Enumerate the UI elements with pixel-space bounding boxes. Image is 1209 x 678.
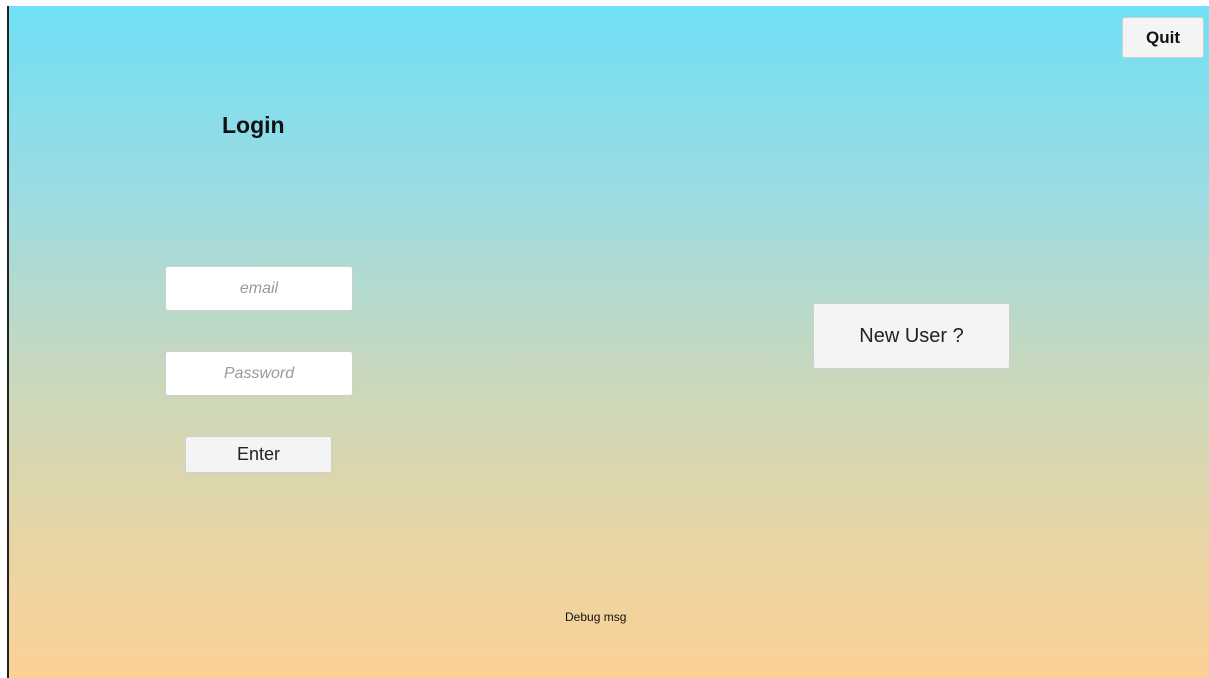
- new-user-button[interactable]: New User ?: [813, 303, 1010, 369]
- debug-message: Debug msg: [565, 610, 627, 624]
- enter-button[interactable]: Enter: [185, 436, 332, 473]
- quit-button-label: Quit: [1146, 27, 1180, 47]
- quit-button[interactable]: Quit: [1122, 17, 1204, 58]
- login-title: Login: [222, 112, 285, 138]
- password-input[interactable]: [165, 351, 353, 396]
- login-screen: Login Enter New User ? Quit Debug msg: [7, 6, 1209, 678]
- new-user-button-label: New User ?: [859, 324, 964, 347]
- email-input[interactable]: [165, 266, 353, 311]
- enter-button-label: Enter: [236, 444, 281, 464]
